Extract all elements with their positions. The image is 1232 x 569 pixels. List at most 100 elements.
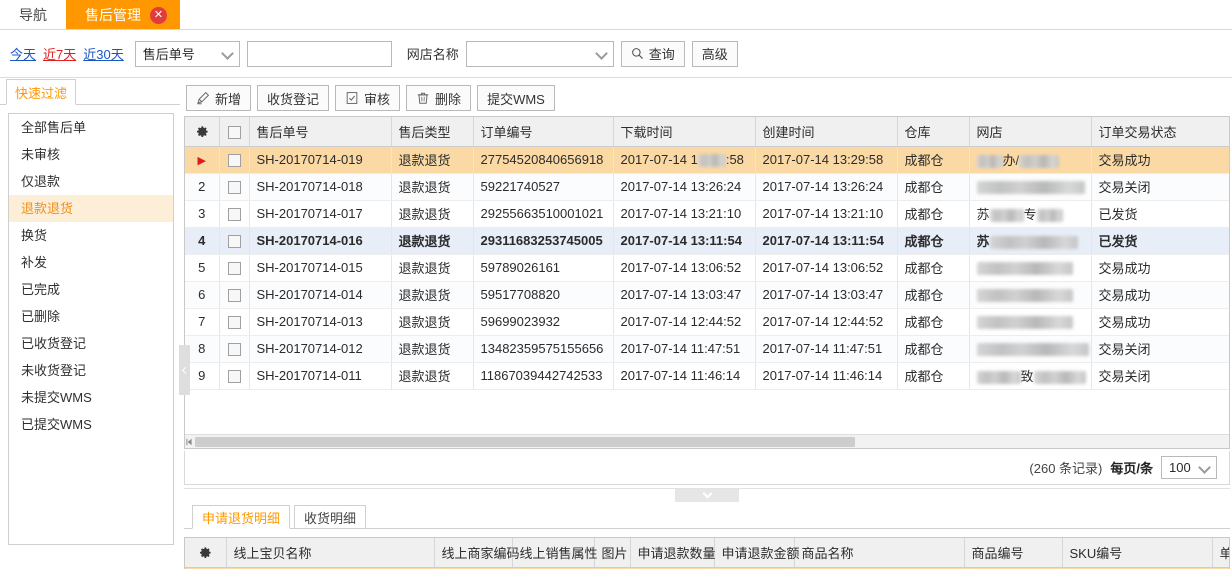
sidebar-item-not-received-registered[interactable]: 未收货登记 bbox=[9, 357, 173, 384]
table-row[interactable]: 2 SH-20170714-018 退款退货 59221740527 2017-… bbox=[185, 173, 1230, 200]
cell-order-no: 13482359575155656 bbox=[473, 335, 613, 362]
row-checkbox[interactable] bbox=[228, 316, 241, 329]
tab-navigation-label: 导航 bbox=[19, 5, 47, 25]
chevron-down-icon bbox=[1200, 463, 1209, 472]
cell-sh-no: SH-20170714-018 bbox=[249, 173, 391, 200]
detail-header-image[interactable]: 图片 bbox=[594, 538, 630, 567]
submit-wms-button[interactable]: 提交WMS bbox=[477, 85, 555, 111]
row-checkbox[interactable] bbox=[228, 208, 241, 221]
header-type[interactable]: 售后类型 bbox=[391, 117, 473, 146]
cell-shop: 致 bbox=[969, 362, 1091, 389]
detail-header-online-item-name[interactable]: 线上宝贝名称 bbox=[226, 538, 434, 567]
sidebar-item-label: 仅退款 bbox=[21, 174, 60, 189]
tab-aftersales-management[interactable]: 售后管理 ✕ bbox=[66, 0, 180, 29]
table-row[interactable]: 6 SH-20170714-014 退款退货 59517708820 2017-… bbox=[185, 281, 1230, 308]
sidebar-item-refund-return[interactable]: 退款退货 bbox=[9, 195, 173, 222]
detail-header-goods-name[interactable]: 商品名称 bbox=[794, 538, 964, 567]
scroll-left-icon[interactable] bbox=[186, 438, 194, 446]
select-all-checkbox[interactable] bbox=[228, 126, 241, 139]
add-button[interactable]: 新增 bbox=[186, 85, 251, 111]
tab-return-detail[interactable]: 申请退货明细 bbox=[192, 505, 290, 529]
detail-header-refund-qty[interactable]: 申请退款数量 bbox=[630, 538, 714, 567]
row-index: 2 bbox=[185, 173, 219, 200]
table-row[interactable]: ▶ SH-20170714-019 退款退货 27754520840656918… bbox=[185, 146, 1230, 173]
tab-return-detail-label: 申请退货明细 bbox=[202, 508, 280, 527]
header-warehouse[interactable]: 仓库 bbox=[897, 117, 969, 146]
row-checkbox-cell[interactable] bbox=[219, 227, 249, 254]
sidebar-item-not-submitted-wms[interactable]: 未提交WMS bbox=[9, 384, 173, 411]
search-field-select[interactable]: 售后单号 bbox=[135, 41, 240, 67]
row-checkbox-cell[interactable] bbox=[219, 200, 249, 227]
detail-header-sku-code[interactable]: SKU编号 bbox=[1062, 538, 1212, 567]
row-checkbox-cell[interactable] bbox=[219, 308, 249, 335]
grid-horizontal-scrollbar[interactable] bbox=[185, 434, 1229, 448]
sidebar-item-all[interactable]: 全部售后单 bbox=[9, 114, 173, 141]
quick-filter-7days[interactable]: 近7天 bbox=[43, 44, 76, 63]
row-checkbox-cell[interactable] bbox=[219, 281, 249, 308]
sidebar-item-reissue[interactable]: 补发 bbox=[9, 249, 173, 276]
receive-register-button[interactable]: 收货登记 bbox=[257, 85, 329, 111]
sidebar-tab-quick-filter[interactable]: 快速过滤 bbox=[6, 79, 76, 105]
row-checkbox-cell[interactable] bbox=[219, 146, 249, 173]
sidebar-item-label: 未提交WMS bbox=[21, 390, 92, 405]
row-checkbox-cell[interactable] bbox=[219, 335, 249, 362]
scrollbar-thumb[interactable] bbox=[195, 437, 855, 447]
select-all-header[interactable] bbox=[219, 117, 249, 146]
detail-column-settings-header[interactable] bbox=[185, 538, 226, 567]
sidebar-item-exchange[interactable]: 换货 bbox=[9, 222, 173, 249]
row-checkbox[interactable] bbox=[228, 370, 241, 383]
quick-filter-today[interactable]: 今天 bbox=[10, 44, 36, 63]
detail-header-goods-code[interactable]: 商品编号 bbox=[964, 538, 1062, 567]
advanced-button[interactable]: 高级 bbox=[692, 41, 738, 67]
row-checkbox[interactable] bbox=[228, 289, 241, 302]
table-row[interactable]: 5 SH-20170714-015 退款退货 59789026161 2017-… bbox=[185, 254, 1230, 281]
search-button[interactable]: 查询 bbox=[621, 41, 685, 67]
table-row[interactable]: 4 SH-20170714-016 退款退货 29311683253745005… bbox=[185, 227, 1230, 254]
row-checkbox-cell[interactable] bbox=[219, 362, 249, 389]
per-page-select[interactable]: 100 bbox=[1161, 456, 1217, 479]
row-checkbox[interactable] bbox=[228, 343, 241, 356]
row-checkbox-cell[interactable] bbox=[219, 173, 249, 200]
row-checkbox-cell[interactable] bbox=[219, 254, 249, 281]
close-icon[interactable]: ✕ bbox=[150, 7, 167, 24]
detail-header-online-merchant-code[interactable]: 线上商家编码 bbox=[434, 538, 512, 567]
header-order-status[interactable]: 订单交易状态 bbox=[1091, 117, 1230, 146]
row-checkbox[interactable] bbox=[228, 262, 241, 275]
sidebar-item-received-registered[interactable]: 已收货登记 bbox=[9, 330, 173, 357]
row-checkbox[interactable] bbox=[228, 235, 241, 248]
row-index: 7 bbox=[185, 308, 219, 335]
header-create-time[interactable]: 创建时间 bbox=[755, 117, 897, 146]
splitter-collapse-button[interactable] bbox=[675, 489, 739, 502]
table-row[interactable]: 3 SH-20170714-017 退款退货 29255663510001021… bbox=[185, 200, 1230, 227]
row-checkbox[interactable] bbox=[228, 154, 241, 167]
header-sh-no[interactable]: 售后单号 bbox=[249, 117, 391, 146]
search-keyword-input[interactable] bbox=[247, 41, 392, 67]
sidebar-collapse-handle[interactable] bbox=[179, 345, 190, 395]
table-row[interactable]: 9 SH-20170714-011 退款退货 11867039442742533… bbox=[185, 362, 1230, 389]
header-shop[interactable]: 网店 bbox=[969, 117, 1091, 146]
detail-header-refund-amount[interactable]: 申请退款金额 bbox=[714, 538, 794, 567]
tab-receive-detail[interactable]: 收货明细 bbox=[294, 505, 366, 529]
panel-splitter[interactable] bbox=[184, 488, 1230, 504]
sidebar-item-completed[interactable]: 已完成 bbox=[9, 276, 173, 303]
tab-navigation[interactable]: 导航 bbox=[0, 0, 66, 29]
sidebar-item-unaudited[interactable]: 未审核 bbox=[9, 141, 173, 168]
header-download-time[interactable]: 下载时间 bbox=[613, 117, 755, 146]
cell-shop bbox=[969, 281, 1091, 308]
audit-button[interactable]: 审核 bbox=[335, 85, 400, 111]
column-settings-header[interactable] bbox=[185, 117, 219, 146]
sidebar-item-submitted-wms[interactable]: 已提交WMS bbox=[9, 411, 173, 438]
cell-type: 退款退货 bbox=[391, 308, 473, 335]
cell-download-time: 2017-07-14 13:06:52 bbox=[613, 254, 755, 281]
detail-header-online-sale-attr[interactable]: 线上销售属性 bbox=[512, 538, 594, 567]
header-order-no[interactable]: 订单编号 bbox=[473, 117, 613, 146]
shop-name-select[interactable] bbox=[466, 41, 614, 67]
row-checkbox[interactable] bbox=[228, 181, 241, 194]
quick-filter-30days[interactable]: 近30天 bbox=[83, 44, 123, 63]
table-row[interactable]: 8 SH-20170714-012 退款退货 13482359575155656… bbox=[185, 335, 1230, 362]
sidebar-item-refund-only[interactable]: 仅退款 bbox=[9, 168, 173, 195]
sidebar-item-deleted[interactable]: 已删除 bbox=[9, 303, 173, 330]
table-row[interactable]: 7 SH-20170714-013 退款退货 59699023932 2017-… bbox=[185, 308, 1230, 335]
delete-button[interactable]: 删除 bbox=[406, 85, 471, 111]
detail-header-unit[interactable]: 单 bbox=[1212, 538, 1230, 567]
